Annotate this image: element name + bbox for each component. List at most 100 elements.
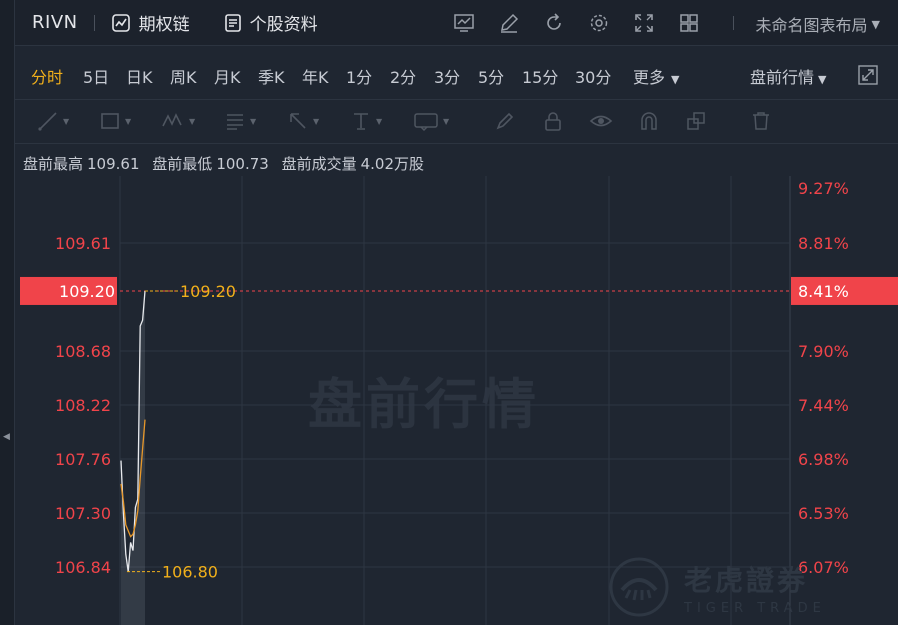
magnet-icon [641,112,657,130]
period-tab[interactable]: 3分 [434,64,460,88]
expand-icon[interactable] [858,65,878,85]
volume-value: 4.02万股 [360,155,425,173]
y-left-tick-label: 108.22 [55,396,111,415]
magnet-tool[interactable] [638,110,660,132]
lock-tool[interactable] [542,110,564,132]
more-periods-dropdown[interactable]: 更多 ▼ [633,64,679,88]
fibonacci-tool[interactable]: ▼ [224,110,256,132]
visibility-tool[interactable] [589,110,613,132]
period-tab[interactable]: 1分 [346,64,372,88]
text-icon [354,113,368,130]
grid-icon [680,14,698,32]
trash-icon [753,112,769,130]
top-toolbar: RIVN 期权链 个股资料 未命名图表布局 ▼ [15,0,898,46]
reset-button[interactable] [543,12,565,34]
y-left-tick-label: 107.30 [55,504,111,523]
chart-tools [453,12,723,34]
low-label: 盘前最低 [152,155,213,173]
stock-info-button[interactable]: 个股资料 [224,10,318,35]
gear-icon [590,14,608,32]
divider [733,16,734,30]
caret-down-icon: ▼ [818,73,827,86]
draw-button[interactable] [498,12,520,34]
caret-down-icon: ▼ [125,116,132,126]
period-tab[interactable]: 5分 [478,64,504,88]
layers-icon [687,112,705,130]
high-label: 盘前最高 [23,155,84,173]
period-tab[interactable]: 分时 [31,64,63,88]
brand-english: TIGER TRADE [684,600,826,616]
option-chain-label: 期权链 [138,15,190,35]
option-chain-button[interactable]: 期权链 [111,10,190,35]
settings-button[interactable] [588,12,610,34]
period-tab[interactable]: 30分 [575,64,611,88]
y-left-tick-label: 106.84 [55,558,111,577]
caret-down-icon: ▼ [443,116,450,126]
option-chain-icon [111,13,130,32]
caret-down-icon: ▼ [871,17,880,31]
low-value: 100.73 [216,155,269,173]
price-label-tool[interactable]: ▼ [413,110,449,132]
rectangle-tool[interactable]: ▼ [99,110,131,132]
caret-down-icon: ▼ [376,116,383,126]
high-marker-label: 109.20 [180,282,236,301]
layout-grid-button[interactable] [678,12,700,34]
layout-selector[interactable]: 未命名图表布局 ▼ [756,12,880,36]
period-tab[interactable]: 年K [302,64,329,88]
caret-down-icon: ▼ [671,73,680,86]
caret-down-icon: ▼ [189,116,196,126]
rectangle-icon [101,113,119,129]
zigzag-icon [162,113,182,127]
collapse-panel-icon[interactable]: ◀ [3,432,10,442]
period-tab[interactable]: 日K [126,64,153,88]
brush-tool[interactable] [494,110,516,132]
period-tab[interactable]: 2分 [390,64,416,88]
text-tool[interactable]: ▼ [350,110,382,132]
layers-tool[interactable] [685,110,707,132]
drawing-toolbar: ▼ ▼ ▼ ▼ ▼ ▼ ▼ [15,100,898,144]
y-right-tick-label: 7.90% [798,342,849,361]
indicator-button[interactable] [453,12,475,34]
period-tab[interactable]: 15分 [522,64,558,88]
current-change-text: 8.41% [798,282,849,301]
low-marker-label: 106.80 [162,563,218,582]
high-value: 109.61 [87,155,140,173]
trendline-tool[interactable]: ▼ [37,110,69,132]
y-right-tick-label: 9.27% [798,179,849,198]
brand-watermark: 老虎證券 TIGER TRADE [608,556,826,618]
trendline-icon [38,112,57,131]
y-left-tick-label: 109.61 [55,234,111,253]
more-label: 更多 [633,68,666,87]
brush-icon [496,112,514,130]
current-price-text: 109.20 [59,282,115,301]
period-bar: 分时 5日 日K 周K 月K 季K 年K 1分 2分 3分 5分 15分 30分… [15,46,898,100]
pattern-tool[interactable]: ▼ [161,110,195,132]
delete-tool[interactable] [750,110,772,132]
y-left-tick-label: 108.68 [55,342,111,361]
session-summary: 盘前最高 109.61 盘前最低 100.73 盘前成交量 4.02万股 [23,153,428,174]
pencil-icon [501,13,519,33]
period-tab[interactable]: 月K [214,64,241,88]
tiger-logo-icon [609,557,669,617]
left-panel-strip: ◀ [0,0,15,625]
y-right-tick-label: 6.53% [798,504,849,523]
session-label: 盘前行情 [750,68,815,87]
document-icon [224,13,241,32]
stock-info-label: 个股资料 [249,15,318,35]
session-selector[interactable]: 盘前行情 ▼ [750,64,826,88]
layout-name-label: 未命名图表布局 [755,16,868,35]
fullscreen-icon [635,14,653,32]
arrow-icon [290,113,306,129]
caret-down-icon: ▼ [63,116,70,126]
period-tab[interactable]: 周K [170,64,197,88]
fullscreen-button[interactable] [633,12,655,34]
brand-name: 老虎證券 [684,563,809,597]
caret-down-icon: ▼ [250,116,257,126]
volume-label: 盘前成交量 [281,155,357,173]
indicator-icon [454,14,474,32]
y-right-tick-label: 7.44% [798,396,849,415]
y-right-tick-label: 8.81% [798,234,849,253]
period-tab[interactable]: 5日 [83,64,109,88]
period-tab[interactable]: 季K [258,64,285,88]
arrow-tool[interactable]: ▼ [287,110,319,132]
